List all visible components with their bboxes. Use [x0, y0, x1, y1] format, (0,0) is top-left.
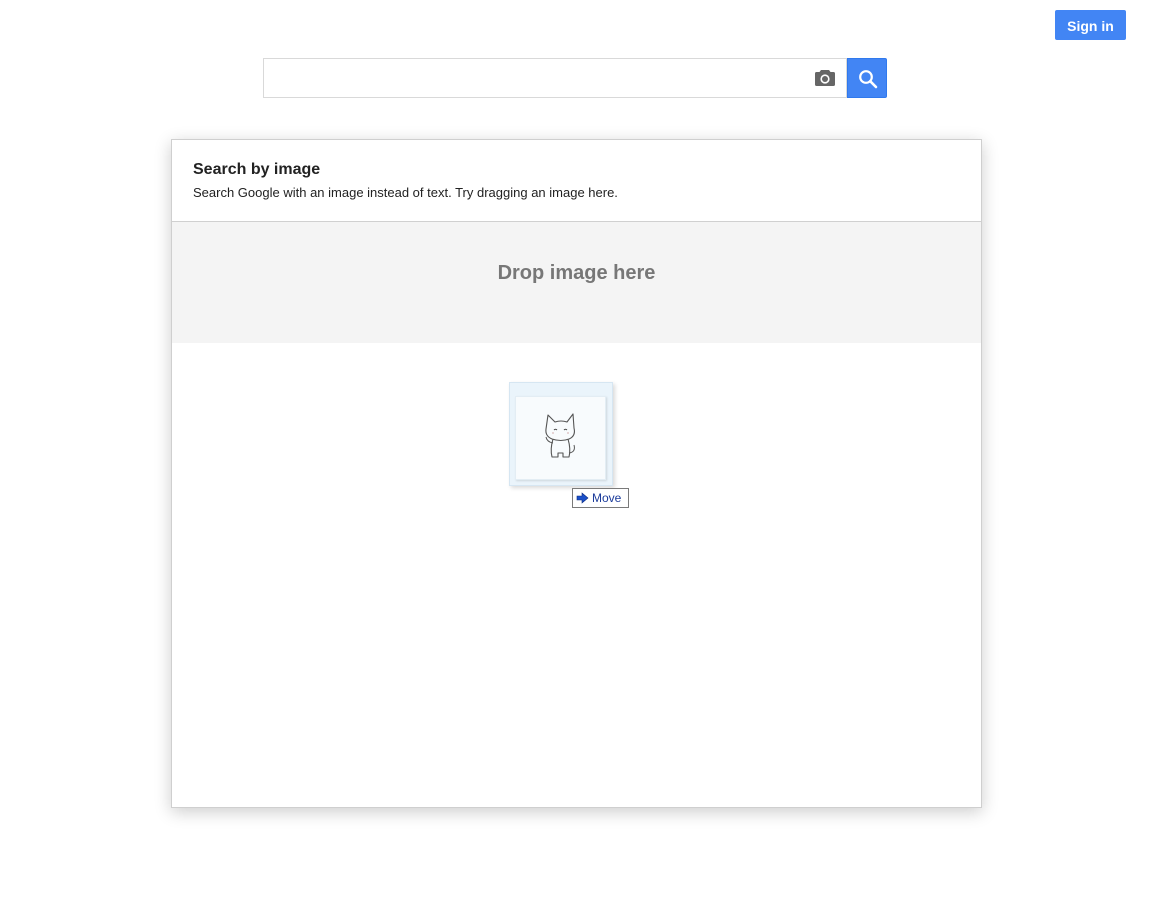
arrow-right-icon [576, 492, 589, 504]
page: Sign in Search by image Search Google wi… [0, 0, 1149, 903]
dialog-title: Search by image [193, 161, 321, 178]
search-box [263, 58, 847, 98]
dialog-header: Search by image Search Google with an im… [172, 140, 981, 222]
move-cursor-tooltip: Move [572, 488, 629, 508]
dialog-subtitle: Search Google with an image instead of t… [193, 185, 618, 200]
dragged-image-thumbnail [515, 396, 606, 480]
image-drop-zone[interactable]: Drop image here [172, 222, 981, 343]
sign-in-button[interactable]: Sign in [1055, 10, 1126, 40]
search-input[interactable] [264, 59, 804, 97]
drop-image-label: Drop image here [497, 262, 656, 284]
move-label: Move [592, 491, 622, 505]
search-icon [859, 70, 878, 89]
camera-icon[interactable] [814, 69, 836, 87]
dragged-image-ghost [509, 382, 613, 486]
search-button[interactable] [847, 58, 887, 98]
cat-image [545, 413, 575, 458]
